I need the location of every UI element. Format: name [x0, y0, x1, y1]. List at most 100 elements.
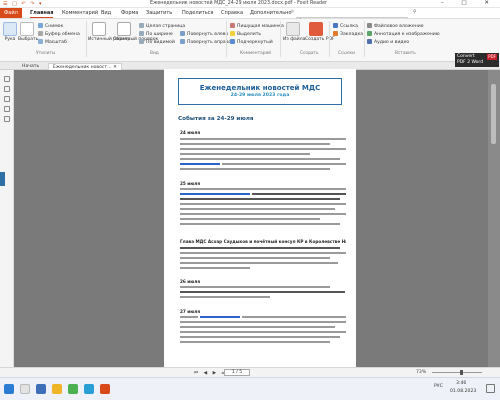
highlight-button[interactable]: Выделить [230, 31, 261, 37]
menu-tab-share[interactable]: Поделиться [182, 10, 213, 16]
fit-width-icon [139, 31, 144, 36]
foxit-taskbar-icon[interactable] [100, 384, 110, 394]
menu-tab-comment[interactable]: Комментарий [62, 10, 98, 16]
menu-tab-form[interactable]: Форма [121, 10, 138, 16]
media-icon [367, 39, 372, 44]
text-line [180, 316, 198, 318]
actual-size-button[interactable]: Истинный размер [88, 22, 130, 42]
text-line [180, 331, 346, 333]
layers-panel-icon[interactable] [4, 96, 10, 102]
clipboard-button[interactable]: Буфер обмена [38, 31, 80, 37]
chrome-icon[interactable] [68, 384, 78, 394]
hyperlink-text[interactable] [200, 316, 240, 318]
ribbon-toolbar: Рука Выбрать Снимок Буфер обмена Масштаб… [0, 19, 500, 62]
text-line [180, 223, 340, 225]
section-title: События за 24-29 июля [178, 116, 254, 122]
rotate-left-label: Повернуть влево [187, 32, 229, 37]
select-tool-button[interactable]: Выбрать [18, 22, 38, 42]
ribbon-divider [329, 21, 330, 57]
group-label-view: Вид [150, 51, 159, 56]
bookmark-button[interactable]: Закладка [333, 31, 363, 37]
rotate-right-button[interactable]: Повернуть вправо [180, 39, 231, 45]
bookmark-icon [333, 31, 338, 36]
image-annotation-label: Аннотация к изображению [374, 32, 440, 37]
text-line [222, 163, 346, 165]
hyperlink-text[interactable] [180, 163, 220, 165]
menu-tab-help[interactable]: Справка [221, 10, 243, 16]
lightbulb-icon: ☼ [290, 9, 295, 15]
fit-width-button[interactable]: По ширине [139, 31, 173, 37]
page-number-input[interactable]: 1 / 5 [224, 369, 250, 376]
text-line [180, 341, 330, 343]
cursor-icon [20, 22, 34, 36]
clock-time[interactable]: 3:46 [456, 381, 466, 386]
search-icon[interactable]: ⚲ [413, 9, 417, 15]
audio-video-label: Аудио и видео [374, 40, 410, 45]
image-annotation-button[interactable]: Аннотация к изображению [367, 31, 440, 37]
menu-file[interactable]: Файл [0, 8, 22, 18]
menu-tab-view[interactable]: Вид [101, 10, 111, 16]
attachments-panel-icon[interactable] [4, 116, 10, 122]
menu-tab-protect[interactable]: Защитить [146, 10, 172, 16]
reverse-order-button[interactable]: Обратный порядок [113, 22, 158, 42]
text-line [180, 138, 346, 140]
camera-icon [38, 23, 43, 28]
file-attachment-button[interactable]: Файловое вложение [367, 23, 424, 29]
pages-panel-icon[interactable] [4, 76, 10, 82]
text-line [180, 321, 346, 323]
clock-date[interactable]: 01.08.2023 [450, 389, 476, 394]
tab-start[interactable]: Начать [18, 63, 43, 70]
rotate-left-button[interactable]: Повернуть влево [180, 31, 228, 37]
ribbon-divider [86, 21, 87, 57]
menu-bar: Файл Главная Комментарий Вид Форма Защит… [0, 8, 500, 26]
search-taskbar-icon[interactable] [20, 384, 30, 394]
typewriter-button[interactable]: Пишущая машинка [230, 23, 284, 29]
news-date: 24 июля [180, 130, 201, 135]
keyboard-language[interactable]: РУС [434, 384, 443, 389]
hand-tool-button[interactable]: Рука [2, 22, 18, 42]
group-label-comment: Комментарий [240, 51, 272, 56]
fit-page-label: Целая страница [146, 24, 186, 29]
zoom-slider[interactable] [432, 372, 482, 373]
vertical-scrollbar[interactable] [488, 70, 500, 367]
snapshot-button[interactable]: Снимок [38, 23, 63, 29]
scrollbar-thumb[interactable] [491, 84, 496, 144]
news-headline: Глава МДС Асхар Саудыков и почётный конс… [180, 239, 346, 244]
menu-tab-extra[interactable]: Дополнительно [250, 10, 291, 16]
menu-tab-home[interactable]: Главная [30, 10, 54, 18]
zoom-level[interactable]: 73% [416, 370, 426, 375]
zoom-slider-handle[interactable] [460, 370, 463, 375]
text-line [180, 203, 346, 205]
quick-access-toolbar[interactable]: ☰ □ ↶ ↷ ▾ [3, 1, 43, 7]
page-navigation-buttons[interactable]: ⏮ ◀ ▶ ⏭ [194, 370, 228, 376]
file-explorer-icon[interactable] [52, 384, 62, 394]
notifications-icon[interactable] [486, 384, 495, 393]
fit-visible-button[interactable]: По видимой [139, 39, 175, 45]
edge-icon[interactable] [84, 384, 94, 394]
text-line [180, 336, 340, 338]
text-line [180, 286, 330, 288]
tab-document[interactable]: Еженедельник новост... ✕ [48, 63, 122, 70]
underline-button[interactable]: Подчеркнутый [230, 39, 273, 45]
comments-panel-icon[interactable] [4, 106, 10, 112]
windows-start-icon[interactable] [4, 384, 14, 394]
create-pdf-button[interactable]: Создать PDF [305, 22, 335, 42]
link-button[interactable]: Ссылка [333, 23, 358, 29]
collapse-panel-handle[interactable] [0, 172, 5, 186]
window-controls[interactable]: – □ ✕ [441, 0, 497, 6]
text-line [180, 158, 340, 160]
audio-video-button[interactable]: Аудио и видео [367, 39, 409, 45]
from-file-button[interactable]: Из файла [283, 22, 305, 42]
banner-title: Еженедельник новостей МДС [199, 84, 321, 92]
text-line [180, 252, 346, 254]
hyperlink-text[interactable] [180, 193, 250, 195]
convert-pdf-ad[interactable]: Convert PDF 2 Word PDF [455, 53, 499, 67]
bookmarks-panel-icon[interactable] [4, 86, 10, 92]
underline-label: Подчеркнутый [237, 40, 273, 45]
bookmark-label: Закладка [340, 32, 364, 37]
fit-page-button[interactable]: Целая страница [139, 23, 185, 29]
typewriter-label: Пишущая машинка [237, 24, 284, 29]
text-line [180, 218, 320, 220]
zoom-button[interactable]: Масштаб [38, 39, 67, 45]
task-view-icon[interactable] [36, 384, 46, 394]
